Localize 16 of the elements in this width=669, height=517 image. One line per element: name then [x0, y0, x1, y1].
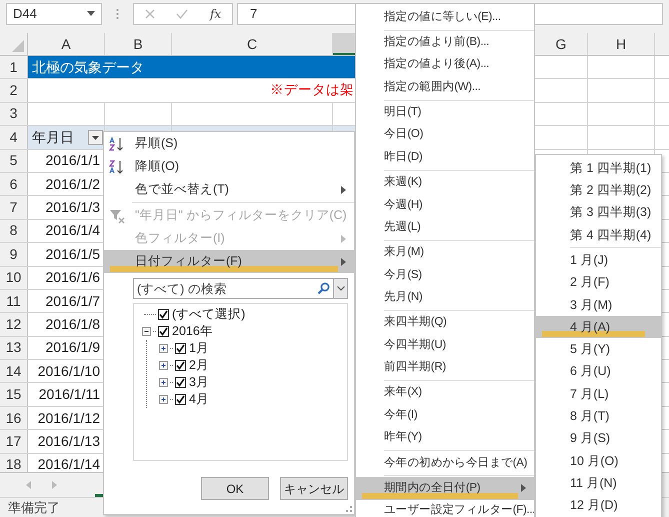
table-cell-text: 2016/1/4 — [46, 221, 100, 240]
table-cell-text: 2016/1/3 — [46, 198, 100, 218]
table-cell-text: 2016/1/1 — [46, 151, 100, 170]
table-cell-text: 2016/1/14 — [38, 455, 100, 472]
table-cell-text: 2016/1/5 — [46, 244, 100, 264]
header-text: 年月日 — [32, 128, 74, 147]
table-cell-text: 2016/1/6 — [46, 268, 100, 288]
table-cell-text: 2016/1/12 — [38, 408, 100, 428]
table-cell-text: 2016/1/13 — [38, 432, 100, 451]
table-cell-text: 2016/1/7 — [46, 292, 100, 311]
table-cell-text: 2016/1/2 — [46, 174, 100, 194]
table-cell-text: 2016/1/10 — [38, 362, 100, 381]
status-text: 準備完了 — [8, 498, 60, 517]
table-cell-text: 2016/1/11 — [38, 385, 100, 404]
table-cell-text: 2016/1/9 — [46, 338, 100, 358]
table-cell-text: 2016/1/8 — [46, 314, 100, 334]
